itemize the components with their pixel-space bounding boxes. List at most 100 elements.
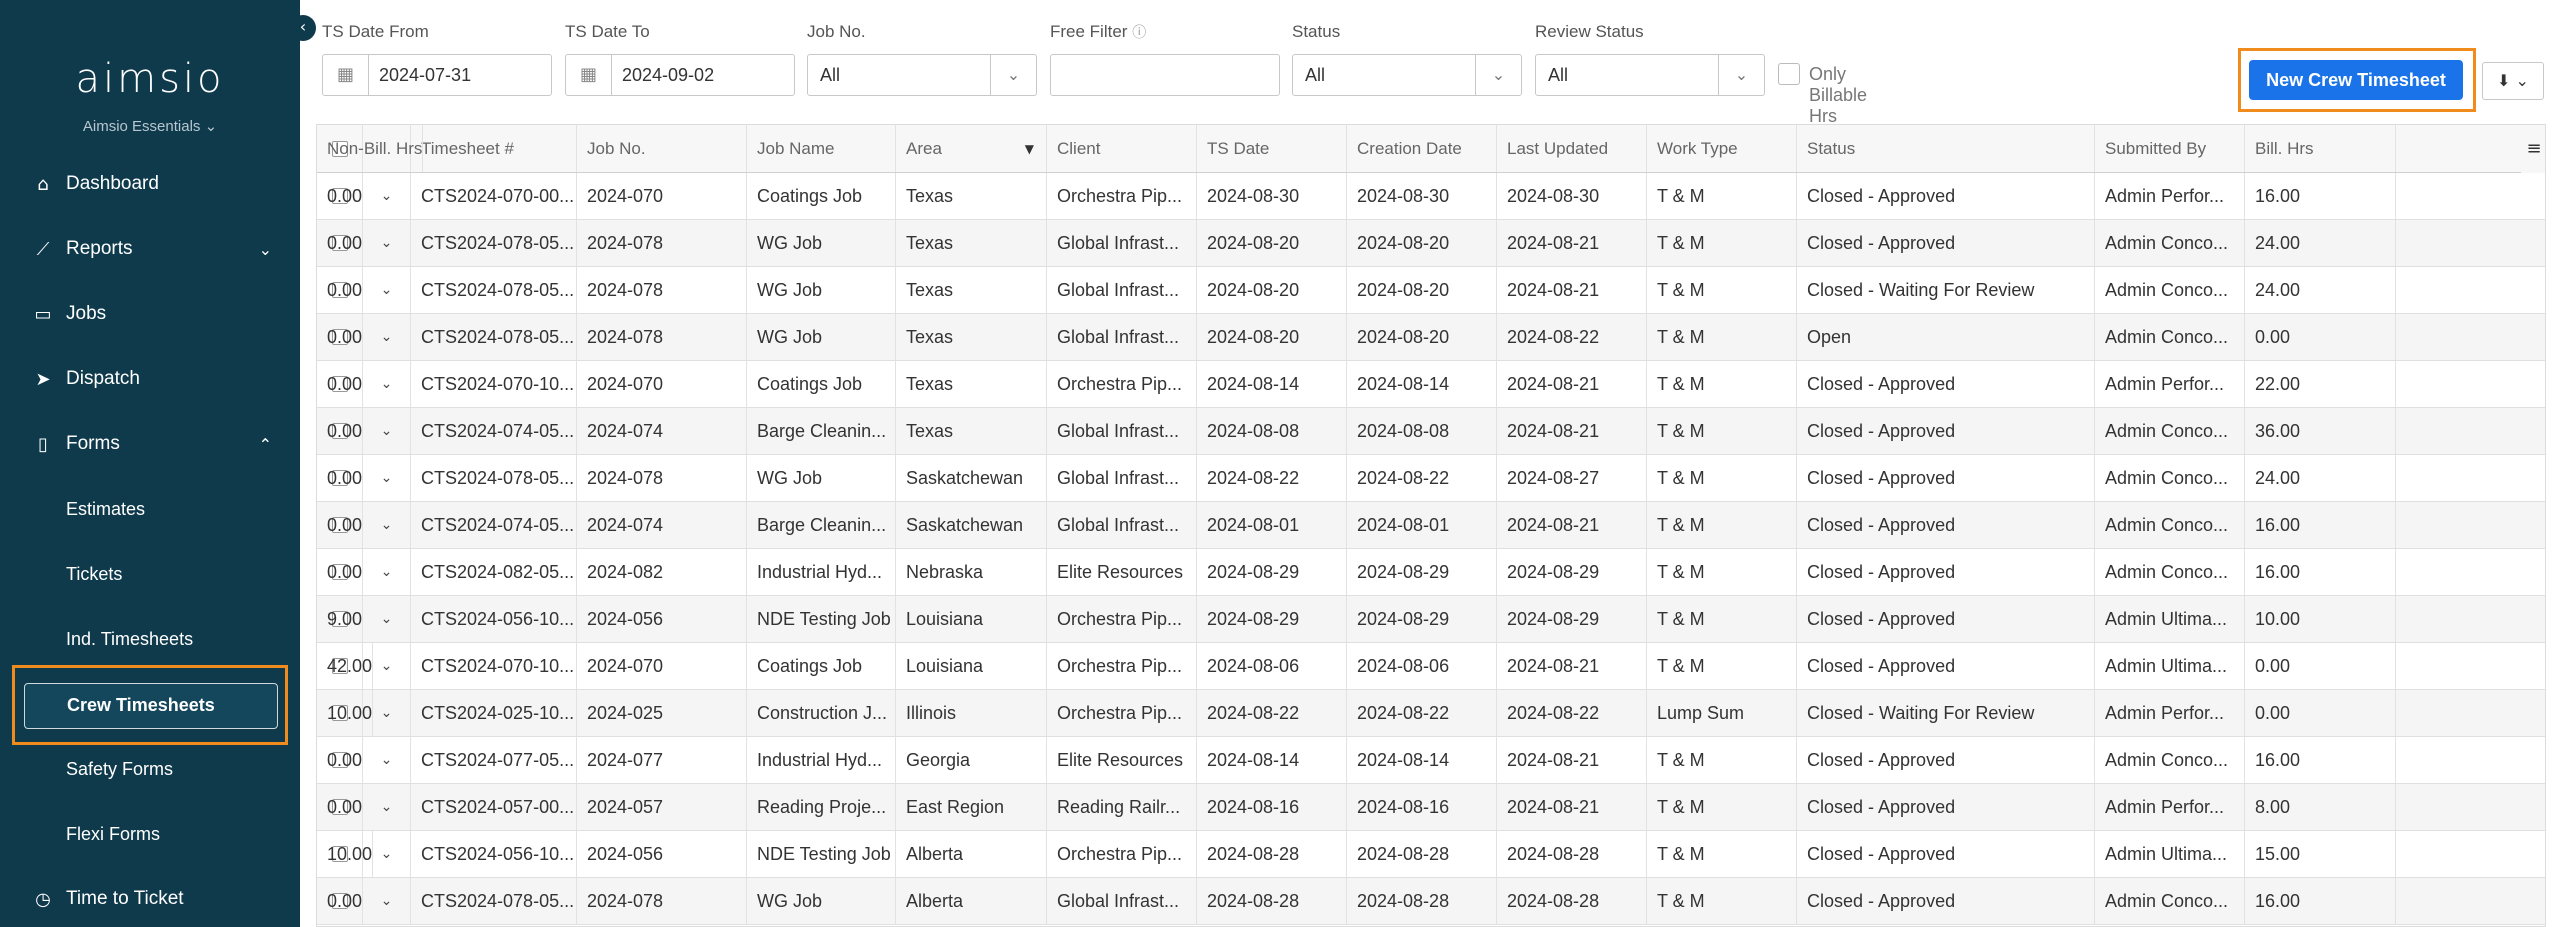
- table-cell: 2024-08-06: [1347, 643, 1497, 689]
- column-header[interactable]: Job No.: [577, 125, 747, 172]
- table-cell: 2024-08-08: [1347, 408, 1497, 454]
- table-cell: 2024-08-30: [1347, 173, 1497, 219]
- sidebar-subitem-estimates[interactable]: Estimates: [66, 489, 145, 529]
- column-header[interactable]: Status: [1797, 125, 2095, 172]
- column-header[interactable]: Submitted By: [2095, 125, 2245, 172]
- ts-date-from-input[interactable]: ▦ 2024-07-31: [322, 54, 552, 96]
- table-cell: 2024-08-21: [1497, 784, 1647, 830]
- calendar-icon[interactable]: ▦: [323, 55, 369, 95]
- table-cell: T & M: [1647, 314, 1797, 360]
- table-cell: 2024-077: [577, 737, 747, 783]
- review-status-select[interactable]: All ⌄: [1535, 54, 1765, 96]
- status-label: Status: [1292, 22, 1341, 41]
- column-header[interactable]: Work Type: [1647, 125, 1797, 172]
- table-row[interactable]: ⌄ CTS2024-078-05... 2024-078 WG Job Alberta G…: [317, 878, 2545, 925]
- table-cell: Industrial Hyd...: [747, 549, 896, 595]
- table-row[interactable]: ⌄ CTS2024-025-10... 2024-025 Construction J…: [317, 690, 2545, 737]
- ts-date-to-label: TS Date To: [565, 22, 650, 41]
- row-expand-chevron-icon[interactable]: ⌄: [363, 878, 411, 924]
- table-row[interactable]: ⌄ CTS2024-074-05... 2024-074 Barge Cleanin.…: [317, 408, 2545, 455]
- table-cell: 2024-08-29: [1197, 549, 1347, 595]
- sort-desc-icon[interactable]: ▼: [1025, 142, 1034, 156]
- table-cell: 8.00: [2245, 784, 2396, 830]
- table-cell: Closed - Approved: [1797, 361, 2095, 407]
- table-cell: Closed - Approved: [1797, 549, 2095, 595]
- row-expand-chevron-icon[interactable]: ⌄: [363, 220, 411, 266]
- chevron-up-icon[interactable]: ⌃: [259, 435, 272, 454]
- only-billable-checkbox[interactable]: [1778, 63, 1800, 85]
- table-row[interactable]: ⌄ CTS2024-070-10... 2024-070 Coatings Job Lo…: [317, 643, 2545, 690]
- app-logo: aimsio: [75, 56, 225, 102]
- table-cell: 2024-056: [577, 596, 747, 642]
- row-expand-chevron-icon[interactable]: ⌄: [363, 502, 411, 548]
- table-row[interactable]: ⌄ CTS2024-078-05... 2024-078 WG Job Texas Glo…: [317, 314, 2545, 361]
- table-cell: 0.00: [317, 549, 364, 595]
- column-header[interactable]: Area ▼: [896, 125, 1047, 172]
- table-row[interactable]: ⌄ CTS2024-077-05... 2024-077 Industrial Hyd…: [317, 737, 2545, 784]
- table-cell: 0.00: [2245, 643, 2396, 689]
- column-header[interactable]: Bill. Hrs: [2245, 125, 2396, 172]
- export-download-button[interactable]: ⬇ ⌄: [2482, 62, 2544, 100]
- tenant-switcher[interactable]: Aimsio Essentials ⌄: [0, 117, 300, 135]
- table-row[interactable]: ⌄ CTS2024-082-05... 2024-082 Industrial Hyd…: [317, 549, 2545, 596]
- new-crew-timesheet-button[interactable]: New Crew Timesheet: [2249, 60, 2463, 100]
- table-row[interactable]: ⌄ CTS2024-074-05... 2024-074 Barge Cleanin.…: [317, 502, 2545, 549]
- row-expand-chevron-icon[interactable]: ⌄: [363, 549, 411, 595]
- table-row[interactable]: ⌄ CTS2024-078-05... 2024-078 WG Job Texas Glo…: [317, 267, 2545, 314]
- collapse-sidebar-button[interactable]: ‹: [290, 15, 316, 41]
- table-row[interactable]: ⌄ CTS2024-057-00... 2024-057 Reading Proje.…: [317, 784, 2545, 831]
- column-header[interactable]: Creation Date: [1347, 125, 1497, 172]
- sidebar-subitem-safety-forms[interactable]: Safety Forms: [66, 749, 173, 789]
- ts-date-to-input[interactable]: ▦ 2024-09-02: [565, 54, 795, 96]
- table-cell: NDE Testing Job: [747, 831, 896, 877]
- table-row[interactable]: ⌄ CTS2024-056-10... 2024-056 NDE Testing Jo…: [317, 831, 2545, 878]
- table-cell: Global Infrast...: [1047, 314, 1197, 360]
- sidebar-item-time-to-ticket[interactable]: ◷ Time to Ticket: [0, 879, 300, 919]
- row-expand-chevron-icon[interactable]: ⌄: [363, 267, 411, 313]
- row-expand-chevron-icon[interactable]: ⌄: [363, 784, 411, 830]
- column-header[interactable]: Last Updated: [1497, 125, 1647, 172]
- table-cell: WG Job: [747, 267, 896, 313]
- row-expand-chevron-icon[interactable]: ⌄: [363, 408, 411, 454]
- sidebar-item-jobs[interactable]: ▭ Jobs: [0, 294, 300, 334]
- column-header[interactable]: Client: [1047, 125, 1197, 172]
- sidebar-item-reports[interactable]: ⟋ Reports ⌄: [0, 229, 300, 269]
- table-cell: Admin Conco...: [2095, 549, 2245, 595]
- row-expand-chevron-icon[interactable]: ⌄: [363, 173, 411, 219]
- column-menu-icon[interactable]: ≡: [2521, 125, 2545, 173]
- table-cell: Elite Resources: [1047, 549, 1197, 595]
- table-row[interactable]: ⌄ CTS2024-078-05... 2024-078 WG Job Texas Glo…: [317, 220, 2545, 267]
- column-header-label: Status: [1807, 138, 1856, 158]
- sidebar-item-dispatch[interactable]: ➤ Dispatch: [0, 359, 300, 399]
- free-filter-input[interactable]: [1050, 54, 1280, 96]
- sidebar-subitem-tickets[interactable]: Tickets: [66, 554, 122, 594]
- sidebar-item-dashboard[interactable]: ⌂ Dashboard: [0, 164, 300, 204]
- sidebar-subitem-ind-timesheets[interactable]: Ind. Timesheets: [66, 619, 193, 659]
- job-no-select[interactable]: All ⌄: [807, 54, 1037, 96]
- row-expand-chevron-icon[interactable]: ⌄: [363, 737, 411, 783]
- sidebar-subitem-crew-timesheets[interactable]: Crew Timesheets: [24, 683, 278, 729]
- status-select[interactable]: All ⌄: [1292, 54, 1522, 96]
- table-row[interactable]: ⌄ CTS2024-056-10... 2024-056 NDE Testing Jo…: [317, 596, 2545, 643]
- column-header-label: Non-Bill. Hrs: [327, 138, 423, 158]
- row-expand-chevron-icon[interactable]: ⌄: [363, 361, 411, 407]
- table-cell: Admin Conco...: [2095, 455, 2245, 501]
- sidebar-item-forms[interactable]: ▯ Forms ⌃: [0, 424, 300, 464]
- table-row[interactable]: ⌄ CTS2024-070-10... 2024-070 Coatings Job Te…: [317, 361, 2545, 408]
- column-header[interactable]: Timesheet #: [411, 125, 577, 172]
- column-header[interactable]: Non-Bill. Hrs: [317, 125, 424, 172]
- table-cell: Admin Ultima...: [2095, 596, 2245, 642]
- row-expand-chevron-icon[interactable]: ⌄: [363, 455, 411, 501]
- table-row[interactable]: ⌄ CTS2024-070-00... 2024-070 Coatings Job Te…: [317, 173, 2545, 220]
- column-header[interactable]: TS Date: [1197, 125, 1347, 172]
- table-cell: 2024-074: [577, 502, 747, 548]
- table-row[interactable]: ⌄ CTS2024-078-05... 2024-078 WG Job Saskatch…: [317, 455, 2545, 502]
- chevron-down-icon[interactable]: ⌄: [259, 240, 272, 259]
- sidebar-subitem-flexi-forms[interactable]: Flexi Forms: [66, 814, 160, 854]
- table-cell: T & M: [1647, 502, 1797, 548]
- row-expand-chevron-icon[interactable]: ⌄: [363, 314, 411, 360]
- table-cell: 2024-08-01: [1347, 502, 1497, 548]
- column-header[interactable]: Job Name: [747, 125, 896, 172]
- row-expand-chevron-icon[interactable]: ⌄: [363, 596, 411, 642]
- calendar-icon[interactable]: ▦: [566, 55, 612, 95]
